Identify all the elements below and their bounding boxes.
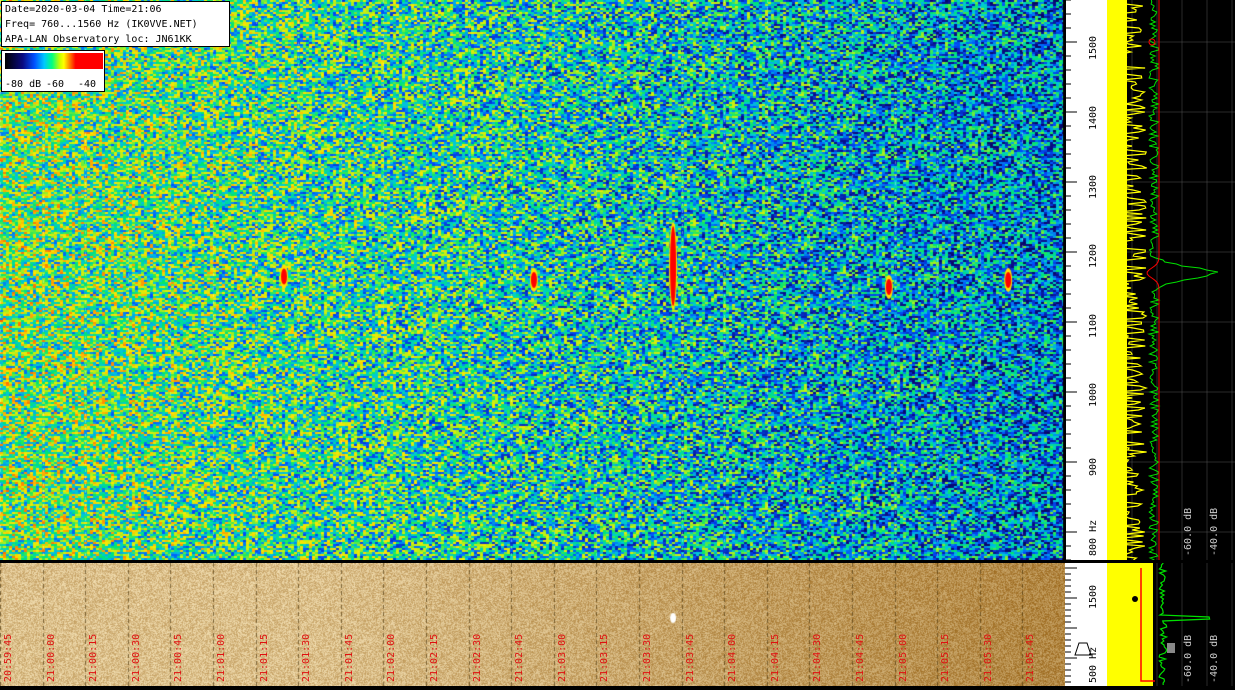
frequency-axis: 800 Hz 900 1000 1100 1200 1300 1400 1500 [1065, 0, 1107, 561]
time-label: 21:04:00 [727, 633, 738, 682]
time-label: 21:00:00 [46, 633, 57, 682]
color-scale-min: -80 dB [5, 79, 42, 90]
wideband-tick-500: 500 Hz [1088, 646, 1099, 683]
time-label: 21:00:30 [131, 633, 142, 682]
time-label: 21:00:45 [173, 633, 184, 682]
wideband-gray-block [1167, 643, 1175, 653]
time-label: 21:01:45 [344, 633, 355, 682]
time-label: 21:01:30 [301, 633, 312, 682]
spectrum-profile: -60.0 dB -40.0 dB [1106, 0, 1235, 561]
color-scale-max: -40 [78, 79, 97, 90]
profile-fill [1107, 0, 1127, 560]
time-label: 21:02:45 [514, 633, 525, 682]
wideband-marker-dot [1132, 596, 1138, 602]
time-label: 21:04:30 [812, 633, 823, 682]
time-label: 21:02:00 [386, 633, 397, 682]
time-label: 21:03:00 [557, 633, 568, 682]
info-header: Date=2020-03-04 Time=21:06 Freq= 760...1… [1, 1, 230, 47]
time-label: 21:01:15 [259, 633, 270, 682]
color-scale-gradient [5, 53, 103, 69]
time-label: 21:02:30 [472, 633, 483, 682]
wideband-db-high: -40.0 dB [1209, 634, 1220, 683]
time-label: 21:03:45 [685, 633, 696, 682]
freq-tick-800: 800 Hz [1088, 519, 1099, 556]
frequency-axis-ticks [1065, 0, 1077, 561]
freq-tick-1200: 1200 [1088, 243, 1099, 268]
time-label: 21:05:15 [940, 633, 951, 682]
time-label: 20:59:45 [3, 633, 14, 682]
wideband-tick-1500: 1500 [1088, 584, 1099, 609]
freq-tick-1500: 1500 [1088, 35, 1099, 60]
freq-tick-900: 900 [1088, 457, 1099, 476]
time-label: 21:05:00 [898, 633, 909, 682]
color-scale-mid: -60 [46, 79, 65, 90]
spectrum-profile-plot [1106, 0, 1235, 561]
observatory-text: APA-LAN Observatory loc: JN61KK [5, 34, 192, 45]
wideband-axis-ticks [1065, 567, 1092, 683]
spectrogram-waterfall [0, 0, 1065, 560]
freq-tick-1100: 1100 [1088, 313, 1099, 338]
profile-db-high: -40.0 dB [1209, 507, 1220, 556]
wideband-db-low: -60.0 dB [1183, 634, 1194, 683]
time-label: 21:00:15 [88, 633, 99, 682]
time-label: 21:04:45 [855, 633, 866, 682]
wideband-frequency-axis: 500 Hz 1500 [1065, 563, 1107, 686]
freq-tick-1300: 1300 [1088, 174, 1099, 199]
profile-db-low: -60.0 dB [1183, 507, 1194, 556]
date-time-text: Date=2020-03-04 Time=21:06 [5, 4, 162, 15]
freq-range-text: Freq= 760...1560 Hz (IK0VVE.NET) [5, 19, 198, 30]
wideband-fill [1107, 563, 1153, 686]
color-scale-legend: -80 dB -60 -40 [1, 50, 105, 92]
time-label: 21:05:45 [1025, 633, 1036, 682]
time-label: 21:04:15 [770, 633, 781, 682]
freq-tick-1000: 1000 [1088, 382, 1099, 407]
time-label: 21:03:30 [642, 633, 653, 682]
time-label: 21:05:30 [983, 633, 994, 682]
time-label: 21:01:00 [216, 633, 227, 682]
time-label: 21:02:15 [429, 633, 440, 682]
freq-tick-1400: 1400 [1088, 105, 1099, 130]
time-label: 21:03:15 [599, 633, 610, 682]
wideband-profile: -60.0 dB -40.0 dB [1106, 562, 1235, 686]
